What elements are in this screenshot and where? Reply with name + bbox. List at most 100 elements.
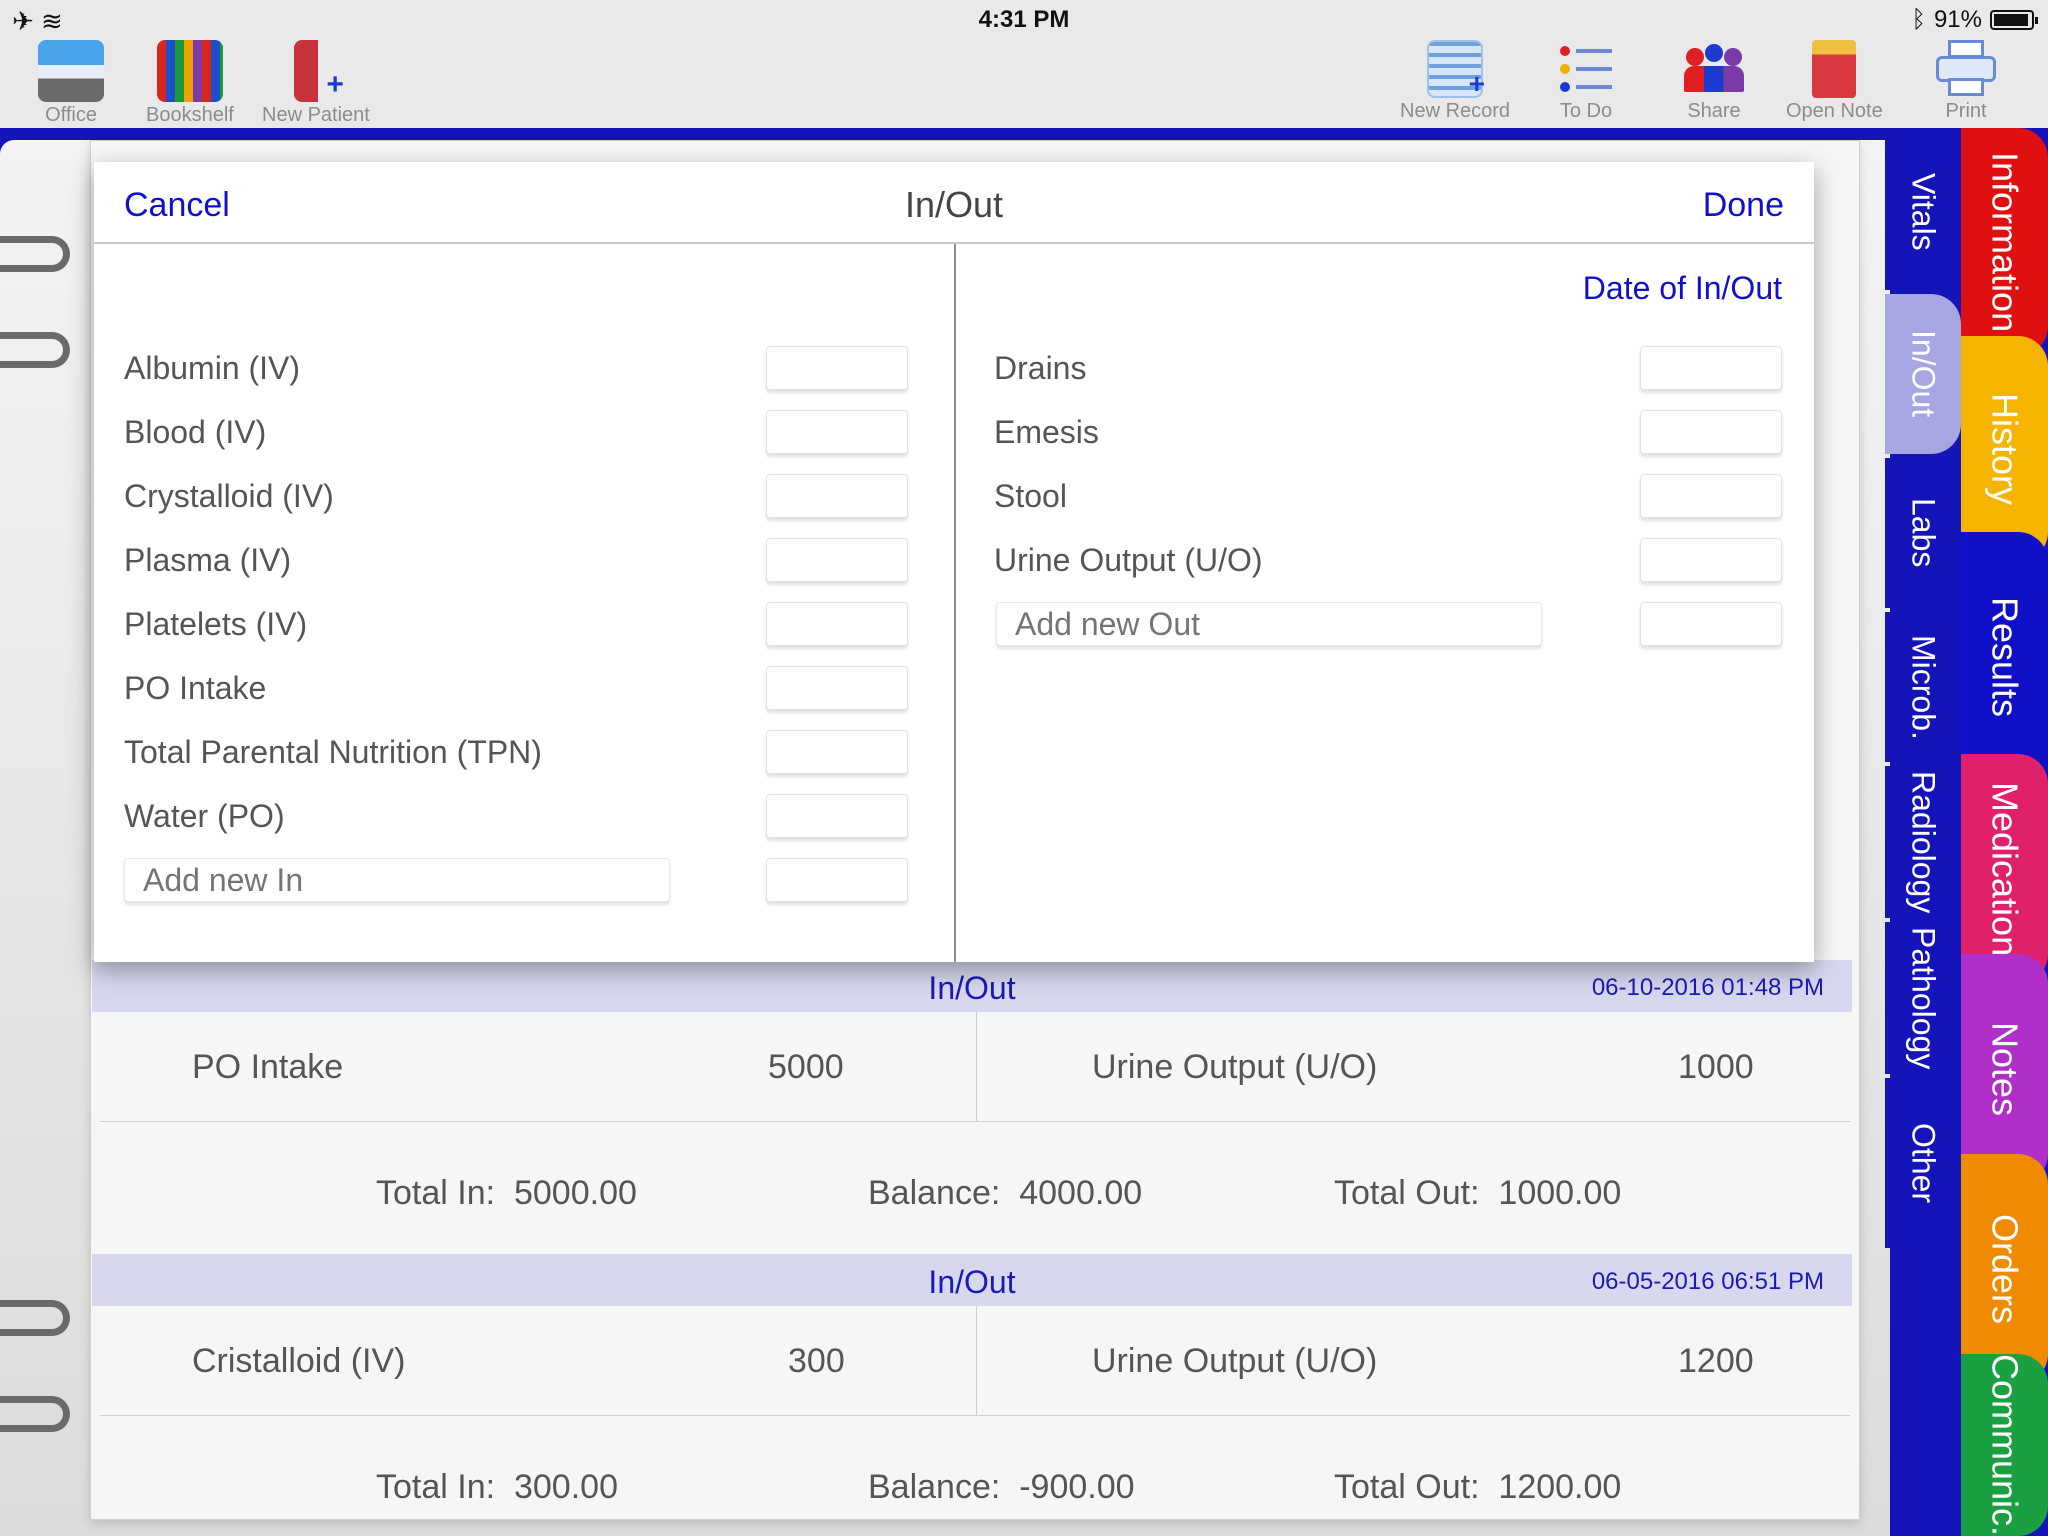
record-title: In/Out xyxy=(928,970,1016,1006)
in-item-label: Water (PO) xyxy=(124,798,285,834)
status-bar: ✈ ︎≋ 4:31 PM ᛒ 91% xyxy=(0,0,2048,40)
binder-ring xyxy=(0,332,70,368)
in-amount-field[interactable] xyxy=(766,410,908,454)
dialog-title: In/Out xyxy=(904,184,1004,225)
section-tabs: Information History Results Medication N… xyxy=(1885,128,2048,1536)
total-in: Total In: 5000.00 xyxy=(376,1174,637,1212)
status-right: ᛒ 91% xyxy=(1911,6,2038,34)
out-item-value: 1000 xyxy=(1678,1048,1754,1086)
record-header[interactable]: In/Out 06-10-2016 01:48 PM xyxy=(92,960,1852,1012)
toolbar: Office Bookshelf + New Patient + New Rec… xyxy=(0,40,2048,128)
bookshelf-icon xyxy=(156,40,223,102)
battery-icon xyxy=(1990,10,2038,30)
tab-results[interactable]: Results xyxy=(1961,532,2048,782)
printer-icon xyxy=(1936,40,1996,98)
total-out: Total Out: 1200.00 xyxy=(1334,1468,1622,1506)
out-item-label: Drains xyxy=(994,350,1087,386)
in-amount-field[interactable] xyxy=(766,346,908,390)
in-item-label: Albumin (IV) xyxy=(124,350,301,386)
tab-notes[interactable]: Notes xyxy=(1961,954,2048,1184)
dialog-header: Cancel In/Out Done xyxy=(94,162,1814,244)
in-amount-field[interactable] xyxy=(766,730,908,774)
tab-in-out[interactable]: In/Out xyxy=(1885,294,1961,454)
tab-orders[interactable]: Orders xyxy=(1961,1154,2048,1384)
in-amount-field[interactable] xyxy=(766,474,908,518)
tab-communic[interactable]: Communic. xyxy=(1961,1354,2048,1536)
tab-history[interactable]: History xyxy=(1961,336,2048,562)
in-amount-field[interactable] xyxy=(766,666,908,710)
add-new-out-input[interactable] xyxy=(996,602,1542,646)
bluetooth-icon: ᛒ xyxy=(1911,6,1926,33)
in-item-label: PO Intake xyxy=(124,670,267,706)
row-divider xyxy=(976,1306,977,1416)
out-item-name: Urine Output (U/O) xyxy=(1092,1342,1378,1380)
in-amount-field[interactable] xyxy=(766,602,908,646)
out-item-label: Stool xyxy=(994,478,1067,514)
todo-list-icon xyxy=(1556,40,1616,98)
out-amount-field[interactable] xyxy=(1640,346,1782,390)
tab-information[interactable]: Information xyxy=(1961,128,2048,356)
out-item-value: 1200 xyxy=(1678,1342,1754,1380)
binder-ring xyxy=(0,236,70,272)
add-new-in-input[interactable] xyxy=(124,858,670,902)
in-item-label: Total Parental Nutrition (TPN) xyxy=(124,734,542,770)
column-divider xyxy=(954,244,956,962)
record-header[interactable]: In/Out 06-05-2016 06:51 PM xyxy=(92,1254,1852,1306)
done-button[interactable]: Done xyxy=(1703,186,1784,225)
battery-percent: 91% xyxy=(1933,6,1982,33)
print-button[interactable]: Print xyxy=(1936,40,1996,123)
in-item-label: Platelets (IV) xyxy=(124,606,308,642)
office-button[interactable]: Office xyxy=(38,40,104,127)
out-item-name: Urine Output (U/O) xyxy=(1092,1048,1378,1086)
new-record-icon: + xyxy=(1427,40,1485,99)
tab-vitals[interactable]: Vitals xyxy=(1885,134,1961,290)
out-item-label: Emesis xyxy=(994,414,1099,450)
row-divider xyxy=(976,1012,977,1122)
todo-button[interactable]: To Do xyxy=(1556,40,1616,123)
in-item-name: Cristalloid (IV) xyxy=(192,1342,406,1380)
status-time: 4:31 PM xyxy=(978,6,1070,33)
record-date: 06-10-2016 01:48 PM xyxy=(1591,974,1824,1001)
new-patient-button[interactable]: + New Patient xyxy=(262,40,370,127)
share-people-icon xyxy=(1682,40,1746,98)
new-record-button[interactable]: + New Record xyxy=(1400,40,1510,123)
tab-pathology[interactable]: Pathology xyxy=(1885,922,1961,1074)
in-item-value: 300 xyxy=(788,1342,845,1380)
share-button[interactable]: Share xyxy=(1682,40,1746,123)
record-item-row[interactable]: Cristalloid (IV) 300 Urine Output (U/O) … xyxy=(100,1306,1850,1416)
out-amount-field[interactable] xyxy=(1640,602,1782,646)
record-date: 06-05-2016 06:51 PM xyxy=(1591,1268,1824,1295)
binder-ring xyxy=(0,1396,70,1432)
office-icon xyxy=(38,40,104,102)
in-item-label: Plasma (IV) xyxy=(124,542,292,578)
in-amount-field[interactable] xyxy=(766,794,908,838)
out-item-label: Urine Output (U/O) xyxy=(994,542,1263,578)
tab-other[interactable]: Other xyxy=(1885,1078,1961,1248)
in-item-label: Blood (IV) xyxy=(124,414,267,450)
in-out-dialog: Cancel In/Out Done Date of In/Out Albumi… xyxy=(94,162,1814,962)
out-amount-field[interactable] xyxy=(1640,538,1782,582)
record-item-row[interactable]: PO Intake 5000 Urine Output (U/O) 1000 xyxy=(100,1012,1850,1122)
open-note-icon xyxy=(1812,40,1857,98)
balance: Balance: -900.00 xyxy=(868,1468,1135,1506)
bookshelf-button[interactable]: Bookshelf xyxy=(146,40,234,127)
in-amount-field[interactable] xyxy=(766,538,908,582)
in-amount-field[interactable] xyxy=(766,858,908,902)
tab-medication[interactable]: Medication xyxy=(1961,754,2048,984)
out-amount-field[interactable] xyxy=(1640,474,1782,518)
tab-labs[interactable]: Labs xyxy=(1885,458,1961,608)
in-item-name: PO Intake xyxy=(192,1048,344,1086)
in-item-label: Crystalloid (IV) xyxy=(124,478,334,514)
open-note-button[interactable]: Open Note xyxy=(1786,40,1883,123)
balance: Balance: 4000.00 xyxy=(868,1174,1143,1212)
tab-microb[interactable]: Microb. xyxy=(1885,612,1961,762)
new-patient-icon: + xyxy=(293,40,344,102)
record-title: In/Out xyxy=(928,1264,1016,1300)
in-item-value: 5000 xyxy=(768,1048,844,1086)
total-out: Total Out: 1000.00 xyxy=(1334,1174,1622,1212)
total-in: Total In: 300.00 xyxy=(376,1468,618,1506)
tab-radiology[interactable]: Radiology xyxy=(1885,766,1961,918)
out-amount-field[interactable] xyxy=(1640,410,1782,454)
date-of-in-out-button[interactable]: Date of In/Out xyxy=(1583,270,1782,307)
binder-ring xyxy=(0,1300,70,1336)
